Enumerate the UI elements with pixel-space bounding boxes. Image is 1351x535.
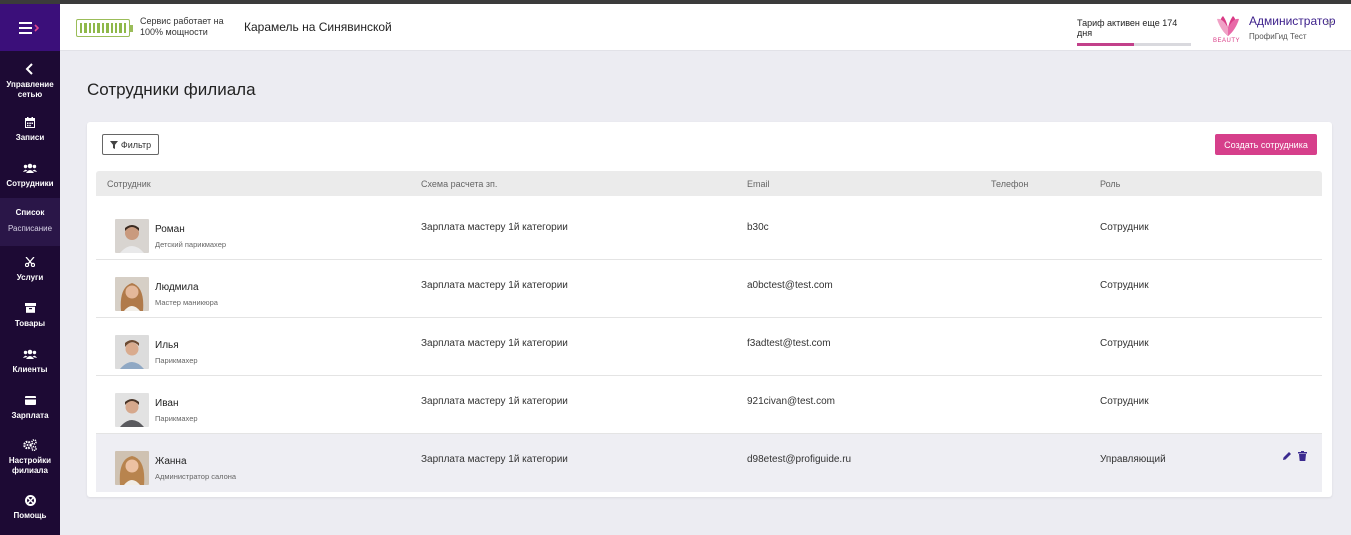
- tariff-progress-bar: [1077, 43, 1191, 46]
- col-header-scheme[interactable]: Схема расчета зп.: [421, 179, 497, 189]
- salary-scheme: Зарплата мастеру 1й категории: [421, 222, 568, 233]
- employee-email: f3adtest@test.com: [747, 338, 831, 349]
- employee-role: Сотрудник: [1100, 222, 1149, 233]
- employees-submenu: Список Расписание: [0, 198, 60, 246]
- sidebar-item-goods[interactable]: Товары: [0, 292, 60, 338]
- user-menu[interactable]: Администратор ПрофиГид Тест: [1249, 14, 1336, 41]
- user-role: Администратор: [1249, 14, 1336, 28]
- sidebar-item-label: Услуги: [16, 273, 44, 282]
- col-header-phone[interactable]: Телефон: [991, 179, 1028, 189]
- employee-position: Администратор салона: [155, 472, 237, 481]
- salary-scheme: Зарплата мастеру 1й категории: [421, 396, 568, 407]
- sidebar-item-branch-settings[interactable]: Настройки филиала: [0, 430, 60, 484]
- col-header-employee[interactable]: Сотрудник: [107, 179, 151, 189]
- sidebar-item-label: Записи: [15, 133, 45, 142]
- employee-name[interactable]: Людмила: [155, 282, 199, 293]
- tariff-status[interactable]: Тариф активен еще 174 дня: [1077, 18, 1191, 46]
- col-header-email[interactable]: Email: [747, 179, 770, 189]
- help-icon: [24, 494, 36, 506]
- scissors-icon: [25, 257, 35, 267]
- table-header: Сотрудник Схема расчета зп. Email Телефо…: [96, 171, 1322, 196]
- employee-role: Сотрудник: [1100, 280, 1149, 291]
- user-company: ПрофиГид Тест: [1249, 32, 1307, 41]
- employee-position: Мастер маникюра: [155, 298, 218, 307]
- filter-button[interactable]: Фильтр: [102, 134, 159, 155]
- employee-name[interactable]: Жанна: [155, 456, 187, 467]
- sidebar-item-clients[interactable]: Клиенты: [0, 338, 60, 384]
- employee-email: 921civan@test.com: [747, 396, 835, 407]
- employee-name[interactable]: Роман: [155, 224, 185, 235]
- employee-role: Сотрудник: [1100, 338, 1149, 349]
- sidebar-item-label: Товары: [14, 319, 46, 328]
- clients-icon: [23, 349, 37, 359]
- chevron-down-icon[interactable]: [1325, 18, 1334, 28]
- table-row[interactable]: Людмила Мастер маникюра Зарплата мастеру…: [96, 260, 1322, 318]
- wallet-icon: [24, 395, 36, 405]
- employee-role: Управляющий: [1100, 454, 1166, 465]
- employee-name[interactable]: Иван: [155, 398, 178, 409]
- sidebar-item-employees[interactable]: Сотрудники: [0, 152, 60, 198]
- filter-label: Фильтр: [120, 139, 152, 150]
- submenu-item-schedule[interactable]: Расписание: [0, 224, 60, 234]
- sidebar-item-help[interactable]: Помощь: [0, 484, 60, 530]
- sidebar-item-services[interactable]: Услуги: [0, 246, 60, 292]
- employee-email: a0bctest@test.com: [747, 280, 833, 291]
- employee-email: b30c: [747, 222, 769, 233]
- avatar: [115, 451, 149, 485]
- employee-name[interactable]: Илья: [155, 340, 179, 351]
- menu-toggle-button[interactable]: [0, 4, 60, 51]
- users-icon: [23, 163, 37, 173]
- service-status-line2: 100% мощности: [140, 27, 208, 37]
- table-row[interactable]: Роман Детский парикмахер Зарплата мастер…: [96, 202, 1322, 260]
- employee-position: Парикмахер: [155, 356, 198, 365]
- top-header: Сервис работает на 100% мощности Карамел…: [60, 4, 1351, 51]
- hamburger-icon: [19, 21, 40, 34]
- sidebar-item-label: Сотрудники: [6, 179, 54, 188]
- employee-position: Детский парикмахер: [155, 240, 227, 249]
- sidebar-item-network[interactable]: Управление сетью: [0, 51, 60, 106]
- employee-role: Сотрудник: [1100, 396, 1149, 407]
- calendar-icon: [25, 116, 35, 128]
- box-icon: [24, 303, 36, 313]
- filter-icon: [109, 140, 118, 149]
- battery-icon: [76, 19, 133, 37]
- page-title: Сотрудники филиала: [87, 80, 256, 99]
- create-employee-button[interactable]: Создать сотрудника: [1215, 134, 1317, 155]
- logo-text: BEAUTY: [1213, 38, 1241, 44]
- beauty-logo: BEAUTY: [1211, 12, 1245, 46]
- sidebar-item-label: Настройки филиала: [8, 456, 52, 475]
- logo-icon: [1217, 16, 1239, 36]
- chevron-left-icon: [25, 62, 33, 75]
- sidebar-item-records[interactable]: Записи: [0, 106, 60, 152]
- service-status: Сервис работает на 100% мощности: [140, 16, 224, 38]
- sidebar-item-label: Управление сетью: [6, 79, 54, 99]
- employees-card: Фильтр Создать сотрудника Сотрудник Схем…: [87, 122, 1332, 497]
- service-status-line1: Сервис работает на: [140, 16, 224, 26]
- submenu-item-list[interactable]: Список: [0, 208, 60, 218]
- employee-email: d98etest@profiguide.ru: [747, 454, 852, 465]
- sidebar: Управление сетью Записи Сотрудники Списо…: [0, 4, 60, 535]
- table-row[interactable]: Жанна Администратор салона Зарплата маст…: [96, 434, 1322, 492]
- salary-scheme: Зарплата мастеру 1й категории: [421, 454, 568, 465]
- salary-scheme: Зарплата мастеру 1й категории: [421, 338, 568, 349]
- avatar: [115, 393, 149, 427]
- table-row[interactable]: Иван Парикмахер Зарплата мастеру 1й кате…: [96, 376, 1322, 434]
- delete-icon[interactable]: [1298, 448, 1307, 466]
- avatar: [115, 219, 149, 253]
- branch-name[interactable]: Карамель на Синявинской: [244, 20, 392, 34]
- col-header-role[interactable]: Роль: [1100, 179, 1120, 189]
- gears-icon: [23, 439, 37, 451]
- table-row[interactable]: Илья Парикмахер Зарплата мастеру 1й кате…: [96, 318, 1322, 376]
- tariff-label: Тариф активен еще 174 дня: [1077, 18, 1178, 38]
- avatar: [115, 335, 149, 369]
- salary-scheme: Зарплата мастеру 1й категории: [421, 280, 568, 291]
- sidebar-item-label: Клиенты: [12, 365, 48, 374]
- employee-position: Парикмахер: [155, 414, 198, 423]
- sidebar-item-salary[interactable]: Зарплата: [0, 384, 60, 430]
- sidebar-item-label: Помощь: [13, 511, 47, 520]
- avatar: [115, 277, 149, 311]
- edit-icon[interactable]: [1282, 448, 1292, 466]
- tariff-progress-fill: [1077, 43, 1134, 46]
- sidebar-item-label: Зарплата: [11, 411, 49, 420]
